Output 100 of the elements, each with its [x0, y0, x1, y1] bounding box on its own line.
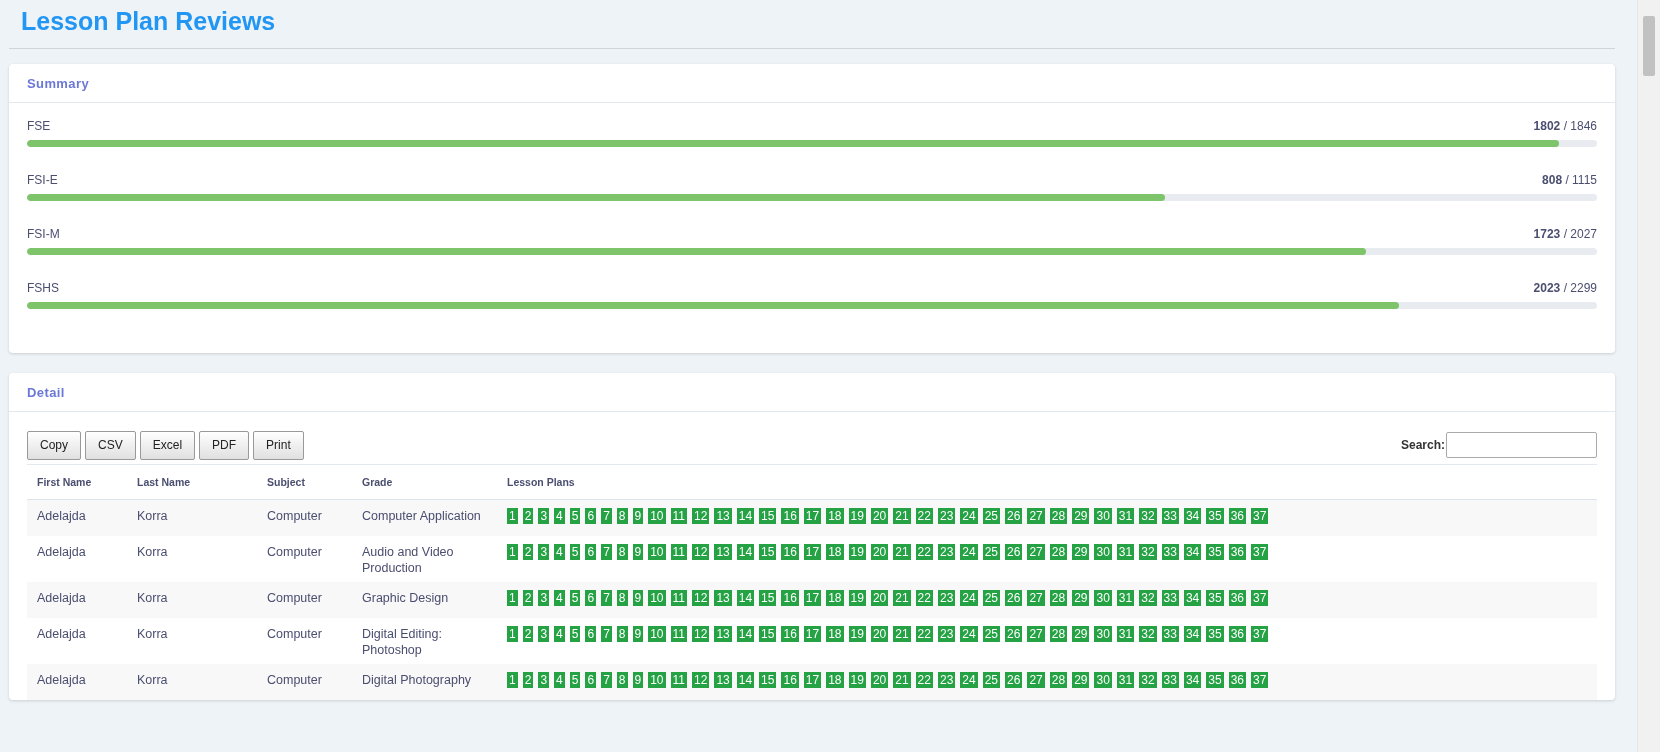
lesson-plan-link[interactable]: 20 — [870, 590, 889, 606]
lesson-plan-link[interactable]: 28 — [1049, 508, 1068, 524]
lesson-plan-link[interactable]: 14 — [736, 590, 755, 606]
lesson-plan-link[interactable]: 31 — [1116, 672, 1135, 688]
lesson-plan-link[interactable]: 23 — [937, 544, 956, 560]
lesson-plan-link[interactable]: 12 — [692, 626, 710, 642]
lesson-plan-link[interactable]: 10 — [648, 626, 666, 642]
lesson-plan-link[interactable]: 28 — [1049, 590, 1068, 606]
lesson-plan-link[interactable]: 35 — [1206, 590, 1224, 606]
lesson-plan-link[interactable]: 9 — [632, 544, 644, 560]
lesson-plan-link[interactable]: 19 — [848, 508, 866, 524]
lesson-plan-link[interactable]: 23 — [937, 508, 956, 524]
lesson-plan-link[interactable]: 15 — [759, 626, 777, 642]
lesson-plan-link[interactable]: 33 — [1161, 626, 1179, 642]
lesson-plan-link[interactable]: 18 — [826, 590, 844, 606]
lesson-plan-link[interactable]: 26 — [1005, 544, 1023, 560]
lesson-plan-link[interactable]: 37 — [1251, 672, 1269, 688]
lesson-plan-link[interactable]: 37 — [1251, 544, 1269, 560]
lesson-plan-link[interactable]: 12 — [692, 508, 710, 524]
lesson-plan-link[interactable]: 21 — [893, 672, 911, 688]
lesson-plan-link[interactable]: 12 — [692, 672, 710, 688]
lesson-plan-link[interactable]: 35 — [1206, 544, 1224, 560]
lesson-plan-link[interactable]: 16 — [781, 590, 799, 606]
lesson-plan-link[interactable]: 30 — [1094, 508, 1112, 524]
lesson-plan-link[interactable]: 23 — [937, 590, 956, 606]
lesson-plan-link[interactable]: 15 — [759, 590, 777, 606]
lesson-plan-link[interactable]: 15 — [759, 508, 777, 524]
lesson-plan-link[interactable]: 19 — [848, 590, 866, 606]
search-field[interactable] — [1446, 432, 1597, 458]
lesson-plan-link[interactable]: 25 — [982, 626, 1001, 642]
lesson-plan-link[interactable]: 31 — [1116, 626, 1135, 642]
lesson-plan-link[interactable]: 1 — [507, 672, 518, 688]
lesson-plan-link[interactable]: 31 — [1116, 590, 1135, 606]
lesson-plan-link[interactable]: 36 — [1228, 672, 1246, 688]
lesson-plan-link[interactable]: 19 — [848, 626, 866, 642]
lesson-plan-link[interactable]: 24 — [960, 626, 978, 642]
lesson-plan-link[interactable]: 27 — [1027, 672, 1045, 688]
lesson-plan-link[interactable]: 29 — [1072, 544, 1090, 560]
lesson-plan-link[interactable]: 27 — [1027, 544, 1045, 560]
lesson-plan-link[interactable]: 4 — [554, 508, 565, 524]
lesson-plan-link[interactable]: 24 — [960, 672, 978, 688]
lesson-plan-link[interactable]: 16 — [781, 626, 799, 642]
lesson-plan-link[interactable]: 2 — [522, 626, 534, 642]
lesson-plan-link[interactable]: 34 — [1183, 508, 1202, 524]
lesson-plan-link[interactable]: 33 — [1161, 590, 1179, 606]
lesson-plan-link[interactable]: 5 — [569, 508, 581, 524]
lesson-plan-link[interactable]: 32 — [1139, 590, 1157, 606]
lesson-plan-link[interactable]: 22 — [915, 508, 933, 524]
lesson-plan-link[interactable]: 34 — [1183, 544, 1202, 560]
lesson-plan-link[interactable]: 29 — [1072, 626, 1090, 642]
lesson-plan-link[interactable]: 23 — [937, 626, 956, 642]
lesson-plan-link[interactable]: 22 — [915, 544, 933, 560]
lesson-plan-link[interactable]: 20 — [870, 544, 889, 560]
export-button[interactable]: Print — [253, 430, 304, 460]
lesson-plan-link[interactable]: 34 — [1183, 590, 1202, 606]
lesson-plan-link[interactable]: 30 — [1094, 672, 1112, 688]
lesson-plan-link[interactable]: 19 — [848, 544, 866, 560]
lesson-plan-link[interactable]: 33 — [1161, 544, 1179, 560]
lesson-plan-link[interactable]: 10 — [648, 590, 666, 606]
lesson-plan-link[interactable]: 24 — [960, 508, 978, 524]
lesson-plan-link[interactable]: 28 — [1049, 544, 1068, 560]
lesson-plan-link[interactable]: 17 — [803, 590, 822, 606]
lesson-plan-link[interactable]: 9 — [632, 626, 644, 642]
scrollbar[interactable] — [1637, 0, 1660, 752]
lesson-plan-link[interactable]: 23 — [937, 672, 956, 688]
lesson-plan-link[interactable]: 6 — [585, 672, 597, 688]
lesson-plan-link[interactable]: 29 — [1072, 672, 1090, 688]
export-button[interactable]: PDF — [199, 430, 250, 460]
lesson-plan-link[interactable]: 30 — [1094, 626, 1112, 642]
lesson-plan-link[interactable]: 34 — [1183, 672, 1202, 688]
lesson-plan-link[interactable]: 32 — [1139, 672, 1157, 688]
lesson-plan-link[interactable]: 27 — [1027, 626, 1045, 642]
lesson-plan-link[interactable]: 6 — [585, 590, 597, 606]
lesson-plan-link[interactable]: 11 — [670, 508, 687, 524]
lesson-plan-link[interactable]: 2 — [522, 508, 534, 524]
lesson-plan-link[interactable]: 25 — [982, 508, 1001, 524]
lesson-plan-link[interactable]: 13 — [714, 626, 732, 642]
lesson-plan-link[interactable]: 1 — [507, 508, 518, 524]
lesson-plan-link[interactable]: 36 — [1228, 544, 1246, 560]
lesson-plan-link[interactable]: 9 — [632, 590, 644, 606]
lesson-plan-link[interactable]: 22 — [915, 626, 933, 642]
lesson-plan-link[interactable]: 21 — [893, 590, 911, 606]
lesson-plan-link[interactable]: 14 — [736, 626, 755, 642]
lesson-plan-link[interactable]: 17 — [803, 626, 822, 642]
lesson-plan-link[interactable]: 6 — [585, 544, 597, 560]
lesson-plan-link[interactable]: 26 — [1005, 626, 1023, 642]
lesson-plan-link[interactable]: 35 — [1206, 672, 1224, 688]
lesson-plan-link[interactable]: 25 — [982, 672, 1001, 688]
lesson-plan-link[interactable]: 33 — [1161, 508, 1179, 524]
lesson-plan-link[interactable]: 16 — [781, 544, 799, 560]
lesson-plan-link[interactable]: 27 — [1027, 590, 1045, 606]
lesson-plan-link[interactable]: 17 — [803, 672, 822, 688]
lesson-plan-link[interactable]: 5 — [569, 590, 581, 606]
lesson-plan-link[interactable]: 20 — [870, 508, 889, 524]
lesson-plan-link[interactable]: 34 — [1183, 626, 1202, 642]
lesson-plan-link[interactable]: 18 — [826, 544, 844, 560]
lesson-plan-link[interactable]: 13 — [714, 508, 732, 524]
lesson-plan-link[interactable]: 36 — [1228, 590, 1246, 606]
lesson-plan-link[interactable]: 35 — [1206, 626, 1224, 642]
lesson-plan-link[interactable]: 17 — [803, 508, 822, 524]
